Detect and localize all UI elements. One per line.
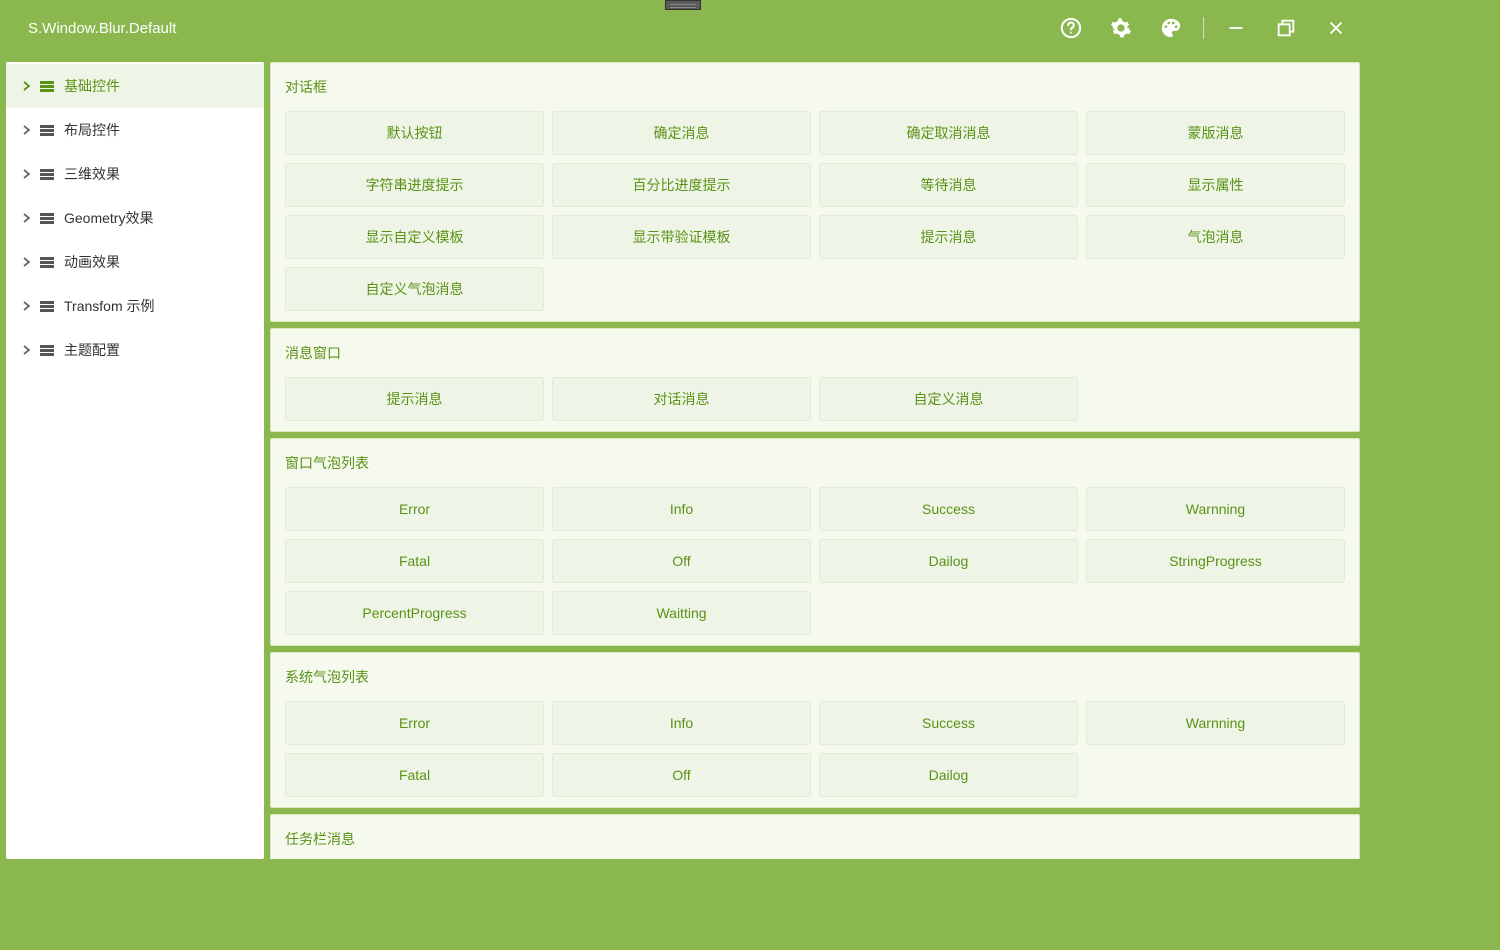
grid-button[interactable]: Success [819,701,1078,745]
grid-button[interactable]: 提示消息 [819,215,1078,259]
grid-button[interactable]: Error [285,701,544,745]
grid-button[interactable]: 显示属性 [1086,163,1345,207]
section-title: 消息窗口 [285,343,1345,363]
section-title: 窗口气泡列表 [285,453,1345,473]
grid-button[interactable]: StringProgress [1086,539,1345,583]
chevron-right-icon [22,81,32,91]
section-3: 系统气泡列表 ErrorInfoSuccessWarnning FatalOffDa… [270,652,1360,808]
section-1: 消息窗口提示消息对话消息自定义消息 [270,328,1360,432]
sidebar: 基础控件布局控件三维效果 Geometry效果动画效果 Transfom 示例主题配… [6,62,264,859]
sidebar-item-label: 动画效果 [64,252,120,272]
grid-button[interactable]: 气泡消息 [1086,215,1345,259]
grid-button[interactable]: Info [552,487,811,531]
grid-button[interactable]: Waitting [552,591,811,635]
help-icon[interactable] [1053,10,1089,46]
sidebar-item-label: 布局控件 [64,120,120,140]
grid-button[interactable]: Warnning [1086,487,1345,531]
grid-button[interactable]: Dailog [819,539,1078,583]
section-title: 任务栏消息 [285,829,1345,849]
grid-button[interactable]: 显示自定义模板 [285,215,544,259]
sidebar-item-5[interactable]: Transfom 示例 [6,284,264,328]
chevron-right-icon [22,125,32,135]
grid-button[interactable]: 确定取消消息 [819,111,1078,155]
grid-button[interactable]: Off [552,753,811,797]
grid-button[interactable]: 提示消息 [285,377,544,421]
grid-button[interactable]: Fatal [285,539,544,583]
app-window: S.Window.Blur.Default 基础控件布局控 [0,0,1366,865]
button-grid: 默认按钮确定消息确定取消消息蒙版消息字符串进度提示百分比进度提示等待消息显示属性… [285,111,1345,311]
grid-button[interactable]: 自定义消息 [819,377,1078,421]
sidebar-item-6[interactable]: 主题配置 [6,328,264,372]
button-grid: 提示消息对话消息自定义消息 [285,377,1345,421]
sidebar-item-label: 基础控件 [64,76,120,96]
sidebar-item-label: Transfom 示例 [64,296,155,316]
folder-icon [40,256,54,268]
grid-button[interactable]: Success [819,487,1078,531]
grid-button[interactable]: 显示带验证模板 [552,215,811,259]
palette-icon[interactable] [1153,10,1189,46]
titlebar-controls [1053,10,1354,46]
grid-button[interactable]: PercentProgress [285,591,544,635]
grid-button[interactable]: 字符串进度提示 [285,163,544,207]
chevron-right-icon [22,169,32,179]
sidebar-item-2[interactable]: 三维效果 [6,152,264,196]
grid-button[interactable]: 等待消息 [819,163,1078,207]
folder-icon [40,124,54,136]
minimize-button[interactable] [1218,10,1254,46]
grid-button[interactable]: Dailog [819,753,1078,797]
folder-icon [40,344,54,356]
button-grid: ErrorInfoSuccessWarnning FatalOffDailog [285,701,1345,797]
sidebar-item-0[interactable]: 基础控件 [6,64,264,108]
grid-button[interactable]: 对话消息 [552,377,811,421]
folder-icon [40,80,54,92]
section-title: 系统气泡列表 [285,667,1345,687]
folder-icon [40,300,54,312]
section-2: 窗口气泡列表 ErrorInfoSuccessWarnning FatalOffDa… [270,438,1360,646]
grid-button[interactable]: 确定消息 [552,111,811,155]
section-0: 对话框默认按钮确定消息确定取消消息蒙版消息字符串进度提示百分比进度提示等待消息显… [270,62,1360,322]
sidebar-item-3[interactable]: Geometry效果 [6,196,264,240]
folder-icon [40,168,54,180]
grid-button[interactable]: Off [552,539,811,583]
drag-handle[interactable] [665,0,701,10]
folder-icon [40,212,54,224]
chevron-right-icon [22,213,32,223]
section-title: 对话框 [285,77,1345,97]
grid-button[interactable]: Info [552,701,811,745]
maximize-button[interactable] [1268,10,1304,46]
chevron-right-icon [22,345,32,355]
sidebar-item-label: Geometry效果 [64,208,153,228]
section-4: 任务栏消息 [270,814,1360,859]
sidebar-item-4[interactable]: 动画效果 [6,240,264,284]
gear-icon[interactable] [1103,10,1139,46]
main-panel[interactable]: 对话框默认按钮确定消息确定取消消息蒙版消息字符串进度提示百分比进度提示等待消息显… [270,62,1360,859]
grid-button[interactable]: 自定义气泡消息 [285,267,544,311]
titlebar-divider [1203,17,1204,39]
grid-button[interactable]: Fatal [285,753,544,797]
window-content: 基础控件布局控件三维效果 Geometry效果动画效果 Transfom 示例主题配… [0,56,1366,865]
grid-button[interactable]: Error [285,487,544,531]
sidebar-item-1[interactable]: 布局控件 [6,108,264,152]
sidebar-item-label: 三维效果 [64,164,120,184]
grid-button[interactable]: 默认按钮 [285,111,544,155]
chevron-right-icon [22,301,32,311]
titlebar[interactable]: S.Window.Blur.Default [0,0,1366,56]
grid-button[interactable]: Warnning [1086,701,1345,745]
grid-button[interactable]: 百分比进度提示 [552,163,811,207]
chevron-right-icon [22,257,32,267]
sidebar-item-label: 主题配置 [64,340,120,360]
button-grid: ErrorInfoSuccessWarnning FatalOffDailogSt… [285,487,1345,635]
close-button[interactable] [1318,10,1354,46]
window-title: S.Window.Blur.Default [28,20,176,37]
grid-button[interactable]: 蒙版消息 [1086,111,1345,155]
